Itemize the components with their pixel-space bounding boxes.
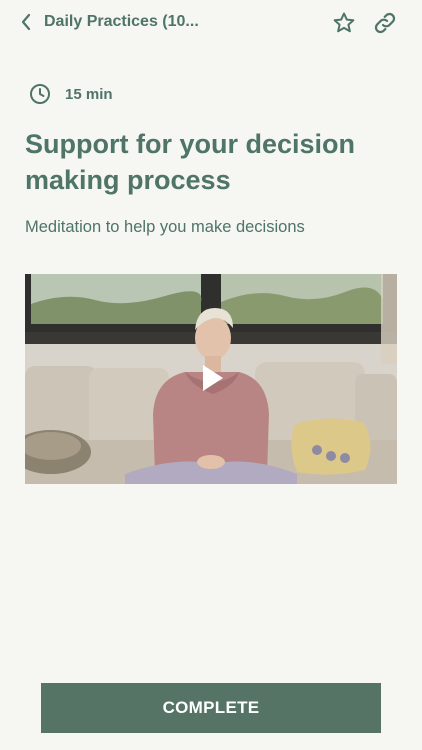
duration-label: 15 min	[65, 85, 113, 103]
link-icon	[374, 12, 396, 34]
favorite-button[interactable]	[331, 10, 357, 36]
top-bar: Daily Practices (10...	[0, 0, 422, 46]
practice-title: Support for your decision making process	[25, 129, 356, 195]
practice-description: Meditation to help you make decisions	[25, 218, 305, 236]
star-icon	[333, 12, 355, 33]
back-button[interactable]	[14, 10, 38, 34]
video-player[interactable]	[25, 274, 397, 484]
clock-icon	[30, 84, 50, 104]
page-title: Daily Practices (10...	[44, 13, 199, 30]
play-icon[interactable]	[201, 363, 225, 393]
share-link-button[interactable]	[372, 10, 398, 36]
chevron-left-icon	[21, 13, 31, 31]
duration-row: 15 min	[29, 82, 113, 106]
complete-button[interactable]: COMPLETE	[41, 683, 381, 733]
